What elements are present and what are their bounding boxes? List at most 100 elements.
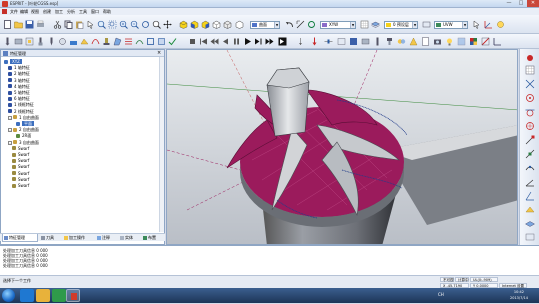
- snap-center-icon[interactable]: [525, 93, 535, 103]
- sim-save-icon[interactable]: [349, 37, 358, 46]
- sim-color-icon[interactable]: [469, 37, 478, 46]
- snap-angle-icon[interactable]: [525, 191, 535, 201]
- minimize-button[interactable]: —: [503, 0, 515, 7]
- snap-quadrant-icon[interactable]: [525, 121, 535, 131]
- tree-item[interactable]: Swarf: [12, 164, 29, 170]
- snap-work-plane-icon[interactable]: [525, 219, 535, 229]
- tab-solids[interactable]: 实体: [119, 234, 141, 242]
- speed-slider-icon[interactable]: [324, 37, 333, 46]
- layer-icon[interactable]: [371, 20, 380, 29]
- tree-expand-toggle[interactable]: -: [8, 115, 12, 120]
- tab-layout[interactable]: 布置: [142, 234, 162, 242]
- coordinate-system-combo[interactable]: XYW ▼: [320, 21, 356, 29]
- sim-transparency-icon[interactable]: [457, 37, 466, 46]
- paste-button[interactable]: [75, 20, 84, 29]
- tree-item[interactable]: Swarf: [12, 146, 29, 152]
- verify-icon[interactable]: [168, 37, 177, 46]
- sim-step-back-icon[interactable]: [221, 37, 230, 46]
- sim-rewind-icon[interactable]: [210, 37, 219, 46]
- tree-item[interactable]: Swarf: [12, 183, 29, 189]
- print-button[interactable]: [36, 20, 45, 29]
- sim-fast-forward-icon[interactable]: [265, 37, 274, 46]
- system-clock[interactable]: 10:42 2013/7/14: [510, 289, 528, 301]
- sim-stock-icon[interactable]: [361, 37, 370, 46]
- drill-icon[interactable]: [47, 37, 56, 46]
- tab-notes[interactable]: 注释: [96, 234, 118, 242]
- sim-camera-icon[interactable]: [433, 37, 442, 46]
- cut-button[interactable]: [53, 20, 62, 29]
- sim-axes-icon[interactable]: [493, 37, 502, 46]
- axis-icon[interactable]: [484, 20, 493, 29]
- snap-nearest-icon[interactable]: [525, 163, 535, 173]
- tab-operations[interactable]: 加工操作: [63, 234, 95, 242]
- work-plane-combo[interactable]: UVW ▼: [434, 21, 468, 29]
- sim-play-icon[interactable]: [243, 37, 252, 46]
- snap-grid-icon[interactable]: [525, 65, 535, 75]
- tree-item[interactable]: 1 线框特征: [8, 102, 34, 108]
- sim-stop-icon[interactable]: [188, 37, 197, 46]
- pocket-icon[interactable]: [157, 37, 166, 46]
- maximize-button[interactable]: □: [515, 0, 527, 7]
- snap-polar-icon[interactable]: [525, 177, 535, 187]
- highlight-icon[interactable]: [496, 20, 505, 29]
- roughing-icon[interactable]: [124, 37, 133, 46]
- milling-tool-icon[interactable]: [36, 37, 45, 46]
- graphics-viewport[interactable]: [166, 49, 518, 245]
- tool-setup-icon[interactable]: [3, 37, 12, 46]
- display-mode-combo[interactable]: 曲面 ▼: [250, 21, 280, 29]
- tree-item[interactable]: - 1 自由曲面: [8, 115, 39, 121]
- panel-close-button[interactable]: ×: [157, 50, 161, 56]
- tree-item[interactable]: 2R面: [16, 133, 31, 139]
- sim-compare-icon[interactable]: [397, 37, 406, 46]
- stock-icon[interactable]: [14, 37, 23, 46]
- contour-icon[interactable]: [146, 37, 155, 46]
- tree-item[interactable]: 3 轴特征: [8, 78, 30, 84]
- tree-expand-toggle[interactable]: -: [8, 140, 12, 145]
- tree-item[interactable]: 2 轴特征: [8, 71, 30, 77]
- sim-first-icon[interactable]: [199, 37, 208, 46]
- snap-endpoint-icon[interactable]: [525, 135, 535, 145]
- select-icon[interactable]: [472, 20, 481, 29]
- sim-end-icon[interactable]: [278, 37, 287, 46]
- finishing-icon[interactable]: [135, 37, 144, 46]
- snap-options-icon[interactable]: [525, 232, 535, 242]
- close-button[interactable]: ✕: [527, 0, 539, 7]
- sim-tool-icon[interactable]: [373, 37, 382, 46]
- start-button[interactable]: [2, 289, 15, 302]
- layer-combo[interactable]: 0 预设层 ▼: [384, 21, 418, 29]
- fixture-icon[interactable]: [69, 37, 78, 46]
- tree-item[interactable]: - 3 自由曲面: [8, 140, 39, 146]
- sim-settings-icon[interactable]: [337, 37, 346, 46]
- snap-point-icon[interactable]: [525, 53, 535, 63]
- sim-section-icon[interactable]: [481, 37, 490, 46]
- redraw-icon[interactable]: [307, 20, 316, 29]
- tab-tools[interactable]: 刀具: [40, 234, 62, 242]
- sim-step-forward-icon[interactable]: [254, 37, 263, 46]
- tree-scrollbar[interactable]: [159, 57, 164, 232]
- sim-gouge-icon[interactable]: [409, 37, 418, 46]
- sim-report-icon[interactable]: [421, 37, 430, 46]
- sim-pause-icon[interactable]: [232, 37, 241, 46]
- media-player-icon[interactable]: [52, 289, 66, 302]
- tree-item[interactable]: 4 轴特征: [8, 84, 30, 90]
- snap-surface-icon[interactable]: [525, 205, 535, 215]
- view-cube-icon[interactable]: [235, 20, 244, 29]
- view-right-icon[interactable]: [201, 20, 210, 29]
- view-top-icon[interactable]: [179, 20, 188, 29]
- sim-holder-icon[interactable]: [385, 37, 394, 46]
- pan-icon[interactable]: [163, 20, 172, 29]
- snap-midpoint-icon[interactable]: [525, 149, 535, 159]
- esprit-taskbar-item[interactable]: [66, 289, 80, 302]
- tree-item[interactable]: Swarf: [12, 171, 29, 177]
- tree-expand-toggle[interactable]: -: [8, 128, 12, 133]
- view-iso-icon[interactable]: [212, 20, 221, 29]
- zoom-out-icon[interactable]: [130, 20, 139, 29]
- copy-button[interactable]: [64, 20, 73, 29]
- measure-icon[interactable]: [296, 20, 305, 29]
- zoom-magnify-icon[interactable]: [152, 20, 161, 29]
- zoom-in-icon[interactable]: [119, 20, 128, 29]
- tree-item[interactable]: Swarf: [12, 177, 29, 183]
- snap-tangent-icon[interactable]: [525, 107, 535, 117]
- tree-item[interactable]: 2 线框特征: [8, 109, 34, 115]
- zoom-window-icon[interactable]: [108, 20, 117, 29]
